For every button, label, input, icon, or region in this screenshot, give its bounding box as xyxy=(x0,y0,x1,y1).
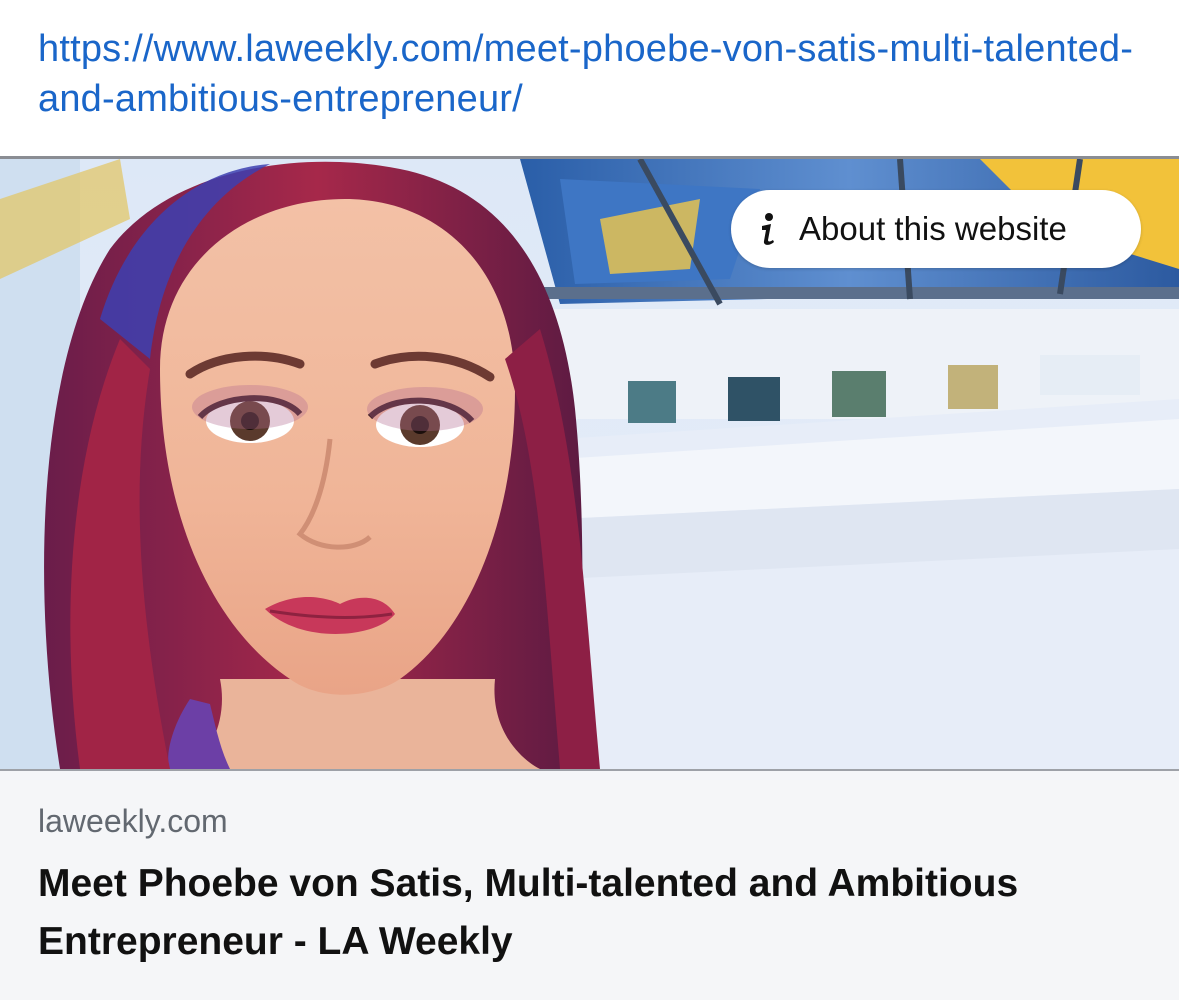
preview-image[interactable]: About this website xyxy=(0,159,1179,771)
article-url-link[interactable]: https://www.laweekly.com/meet-phoebe-von… xyxy=(38,24,1148,124)
preview-domain: laweekly.com xyxy=(38,803,228,839)
info-icon xyxy=(762,213,774,245)
link-preview-card[interactable]: About this website laweekly.com Meet Pho… xyxy=(0,156,1179,1000)
about-this-website-button[interactable]: About this website xyxy=(731,190,1141,268)
link-preview-page: https://www.laweekly.com/meet-phoebe-von… xyxy=(0,0,1179,1000)
preview-title: Meet Phoebe von Satis, Multi-talented an… xyxy=(38,862,1019,963)
preview-text[interactable]: laweekly.com Meet Phoebe von Satis, Mult… xyxy=(38,799,1148,971)
about-this-website-label: About this website xyxy=(799,210,1067,247)
